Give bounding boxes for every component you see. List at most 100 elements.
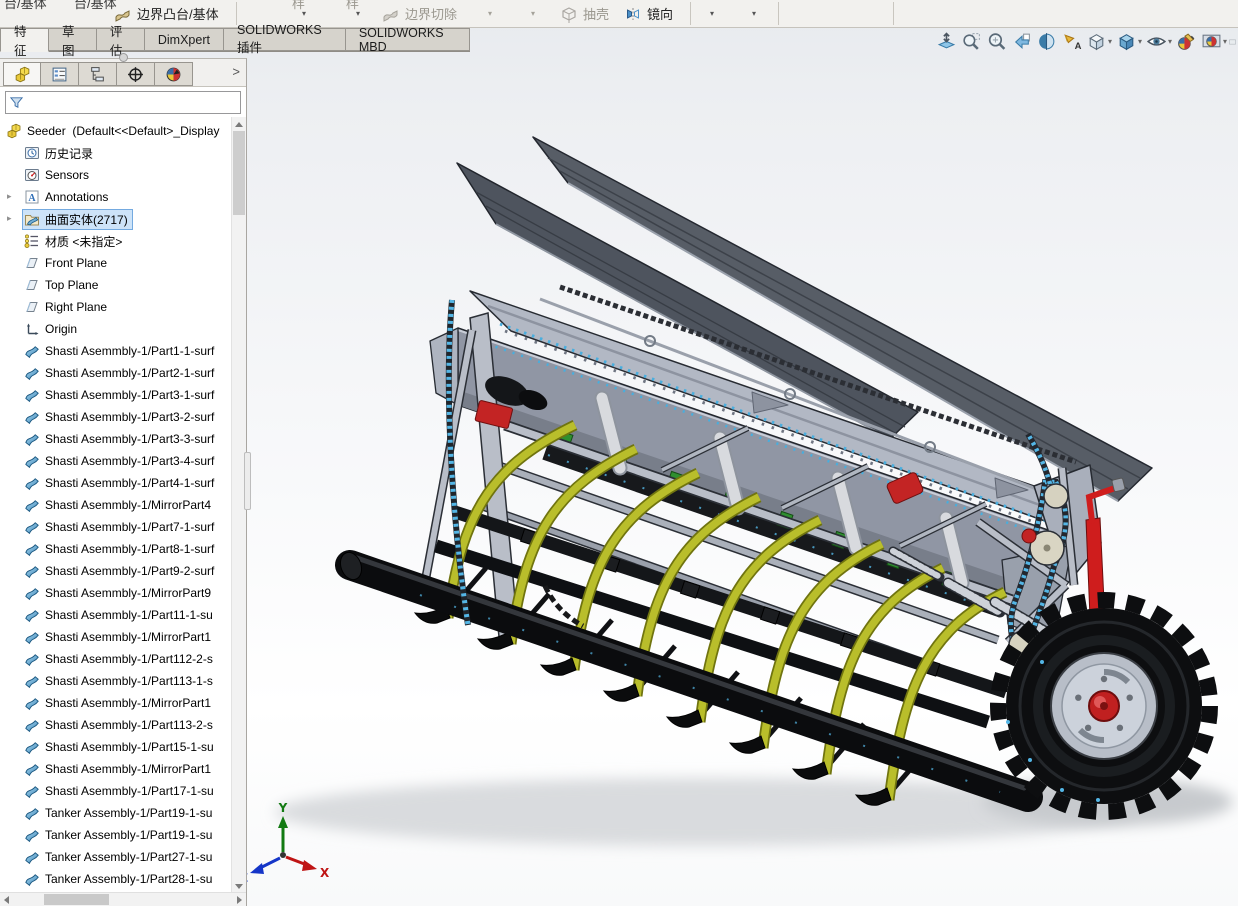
tree-item[interactable]: Shasti Asemmbly-1/Part113-2-s (0, 714, 232, 736)
annotation-visibility-button[interactable]: A (1059, 29, 1084, 54)
tree-item-label: Tanker Assembly-1/Part19-1-su (45, 806, 212, 820)
svg-text:A: A (28, 193, 36, 204)
dropdown-arrow[interactable]: ▾ (531, 9, 535, 18)
tree-item[interactable]: Shasti Asemmbly-1/Part1-1-surf (0, 340, 232, 362)
tree-item[interactable]: Sensors (0, 164, 232, 186)
boundary-cut-button: 边界切除 (382, 0, 457, 27)
tree-item[interactable]: Shasti Asemmbly-1/Part8-1-surf (0, 538, 232, 560)
dropdown-arrow[interactable]: ▾ (1108, 37, 1112, 46)
command-tab-特征[interactable]: 特征 (0, 28, 49, 52)
tree-item[interactable]: Tanker Assembly-1/Part27-1-su (0, 846, 232, 868)
tree-item[interactable]: Top Plane (0, 274, 232, 296)
tree-item[interactable]: Shasti Asemmbly-1/Part15-1-su (0, 736, 232, 758)
zoom-to-area-button[interactable] (959, 29, 984, 54)
tree-item[interactable]: Shasti Asemmbly-1/Part11-1-su (0, 604, 232, 626)
tree-item[interactable]: Tanker Assembly-1/Part28-1-su (0, 868, 232, 890)
tree-item[interactable]: Shasti Asemmbly-1/MirrorPart1 (0, 692, 232, 714)
tree-item[interactable]: Shasti Asemmbly-1/Part17-1-su (0, 780, 232, 802)
hide-show-items-button[interactable] (1144, 29, 1169, 54)
panel-splitter[interactable] (244, 452, 251, 510)
tree-item[interactable]: Shasti Asemmbly-1/Part3-4-surf (0, 450, 232, 472)
dropdown-arrow[interactable]: ▾ (1138, 37, 1142, 46)
tree-item-label: Tanker Assembly-1/Part28-1-su (45, 872, 212, 886)
view-orientation-icon (1086, 31, 1107, 52)
panel-tab-dimxpertmanager[interactable] (117, 62, 155, 86)
tree-item-label: Shasti Asemmbly-1/Part9-2-surf (45, 564, 214, 578)
tree-item[interactable]: Shasti Asemmbly-1/Part9-2-surf (0, 560, 232, 582)
panel-tab-featuremanager-design-tree[interactable] (3, 62, 41, 86)
tree-item[interactable]: ▸曲面实体(2717) (0, 208, 232, 230)
tree-item-label: 材质 <未指定> (45, 233, 122, 250)
zoom-to-fit-icon (936, 31, 957, 52)
tree-item[interactable]: Shasti Asemmbly-1/Part3-3-surf (0, 428, 232, 450)
dropdown-arrow[interactable]: ▾ (356, 9, 360, 18)
scroll-up-arrow[interactable] (235, 122, 243, 127)
tree-item[interactable]: Right Plane (0, 296, 232, 318)
tree-item[interactable]: Shasti Asemmbly-1/Part7-1-surf (0, 516, 232, 538)
dropdown-arrow[interactable]: ▾ (752, 9, 756, 18)
tree-item-label: Sensors (45, 168, 89, 182)
tab-overflow-arrow[interactable]: > (232, 64, 240, 79)
dropdown-arrow[interactable]: ▾ (302, 9, 306, 18)
scroll-down-arrow[interactable] (235, 884, 243, 889)
command-tab-SOLIDWORKS MBD[interactable]: SOLIDWORKS MBD (346, 28, 470, 51)
tree-filter-input[interactable] (5, 91, 241, 114)
panel-tab-displaymanager[interactable] (155, 62, 193, 86)
tree-item-label: Shasti Asemmbly-1/Part112-2-s (45, 652, 213, 666)
tree-item[interactable]: Origin (0, 318, 232, 340)
section-view-button[interactable] (1034, 29, 1059, 54)
tree-item[interactable]: Shasti Asemmbly-1/Part113-1-s (0, 670, 232, 692)
view-orientation-button[interactable] (1084, 29, 1109, 54)
panel-tab-configurationmanager[interactable] (79, 62, 117, 86)
tree-item[interactable]: Shasti Asemmbly-1/Part3-1-surf (0, 384, 232, 406)
display-style-button[interactable] (1114, 29, 1139, 54)
dropdown-arrow[interactable]: ▾ (488, 9, 492, 18)
tree-item[interactable]: ▸AAnnotations (0, 186, 232, 208)
command-tab-评估[interactable]: 评估 (97, 28, 145, 51)
scroll-left-arrow[interactable] (4, 896, 9, 904)
svg-text:A: A (1075, 41, 1082, 52)
tree-item-label: Shasti Asemmbly-1/MirrorPart1 (45, 696, 211, 710)
tree-item[interactable]: 历史记录 (0, 142, 232, 164)
tree-item[interactable]: Shasti Asemmbly-1/Part3-2-surf (0, 406, 232, 428)
dropdown-arrow[interactable]: ▾ (1223, 37, 1227, 46)
tree-item[interactable]: Shasti Asemmbly-1/Part112-2-s (0, 648, 232, 670)
command-tab-SOLIDWORKS 插件[interactable]: SOLIDWORKS 插件 (224, 28, 346, 51)
command-tab-DimXpert[interactable]: DimXpert (145, 28, 224, 51)
edit-appearance-button[interactable] (1174, 29, 1199, 54)
tree-item[interactable]: Shasti Asemmbly-1/MirrorPart1 (0, 626, 232, 648)
feature-tree: Seeder (Default<<Default>_Display历史记录 Sen… (0, 116, 232, 893)
tree-item[interactable]: Shasti Asemmbly-1/Part4-1-surf (0, 472, 232, 494)
panel-tab-propertymanager[interactable] (41, 62, 79, 86)
zoom-to-fit-button[interactable] (934, 29, 959, 54)
dropdown-arrow[interactable]: ▾ (710, 9, 714, 18)
tree-item[interactable]: Tanker Assembly-1/Part19-1-su (0, 824, 232, 846)
tree-item[interactable]: Shasti Asemmbly-1/Part2-1-surf (0, 362, 232, 384)
tree-item[interactable]: Tanker Assembly-1/Part19-1-su (0, 802, 232, 824)
svg-text:X: X (320, 866, 330, 880)
tree-item[interactable]: 材质 <未指定> (0, 230, 232, 252)
expand-arrow-icon[interactable]: ▸ (7, 212, 12, 224)
panel-splitter-dot[interactable] (119, 53, 128, 62)
scrollbar-thumb[interactable] (44, 894, 109, 905)
mirror-button[interactable]: 镜向 (624, 0, 673, 27)
tree-item[interactable]: Shasti Asemmbly-1/MirrorPart1 (0, 758, 232, 780)
magnifier-button[interactable] (984, 29, 1009, 54)
expand-arrow-icon[interactable]: ▸ (7, 190, 12, 202)
scrollbar-thumb[interactable] (233, 131, 245, 215)
tree-item[interactable]: Front Plane (0, 252, 232, 274)
plane-icon (24, 277, 40, 293)
scroll-right-arrow[interactable] (237, 896, 242, 904)
command-tab-草图[interactable]: 草图 (49, 28, 97, 51)
tree-horizontal-scrollbar[interactable] (0, 892, 246, 906)
dropdown-arrow[interactable]: ▾ (1168, 37, 1172, 46)
propertymanager-icon (51, 66, 68, 83)
surfbody-icon (24, 739, 40, 755)
tree-item[interactable]: Shasti Asemmbly-1/MirrorPart4 (0, 494, 232, 516)
surffolder-icon (24, 211, 40, 227)
tree-item[interactable]: Shasti Asemmbly-1/MirrorPart9 (0, 582, 232, 604)
previous-view-button[interactable] (1009, 29, 1034, 54)
surfbody-icon (24, 673, 40, 689)
tree-root-item[interactable]: Seeder (Default<<Default>_Display (0, 120, 232, 142)
apply-scene-button[interactable] (1199, 29, 1224, 54)
